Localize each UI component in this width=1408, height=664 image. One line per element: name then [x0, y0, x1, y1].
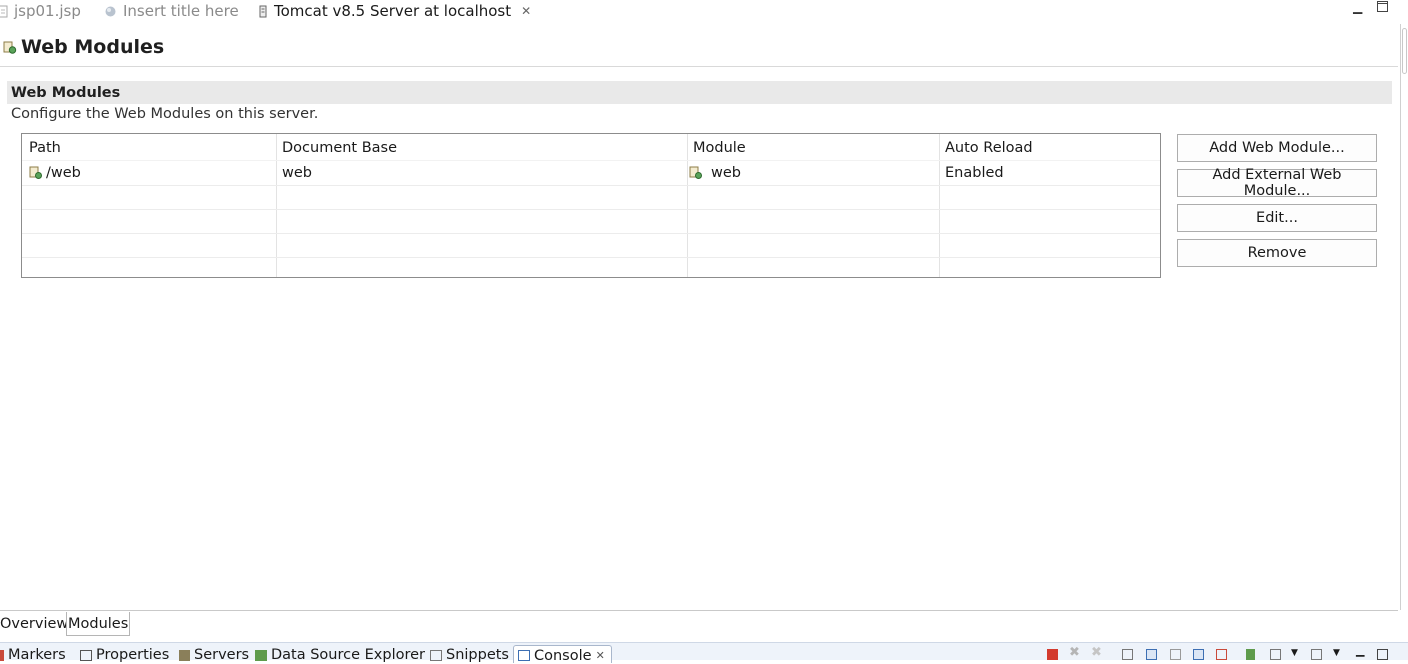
form-tab-divider	[0, 610, 1398, 611]
word-wrap-icon[interactable]	[1170, 649, 1181, 660]
column-divider[interactable]	[939, 134, 940, 277]
remove-button[interactable]: Remove	[1177, 239, 1377, 267]
server-config-icon	[259, 5, 267, 17]
close-icon[interactable]: ✕	[596, 649, 605, 662]
remove-all-terminated-icon[interactable]: ✖	[1091, 645, 1102, 660]
tab-label: Properties	[96, 647, 170, 663]
section-header: Web Modules	[7, 81, 1392, 104]
maximize-icon[interactable]	[1377, 1, 1388, 12]
show-console-stdout-icon[interactable]	[1193, 649, 1204, 660]
column-header-path[interactable]: Path	[29, 140, 61, 156]
snippets-icon	[430, 649, 442, 661]
scrollbar-thumb[interactable]	[1402, 28, 1407, 74]
tab-overview[interactable]: Overview	[0, 612, 69, 636]
add-external-web-module-button[interactable]: Add External Web Module...	[1177, 167, 1377, 199]
editor-tab-jsp01[interactable]: jsp01.jsp	[0, 0, 81, 22]
open-console-icon[interactable]	[1311, 649, 1322, 660]
tab-snippets[interactable]: Snippets	[430, 647, 509, 663]
tab-console[interactable]: Console ✕	[513, 645, 612, 664]
table-row-module[interactable]: web	[689, 165, 741, 181]
tab-markers[interactable]: Markers	[0, 647, 66, 663]
row-divider	[22, 257, 1160, 258]
pin-console-icon[interactable]	[1246, 649, 1255, 660]
tab-modules[interactable]: Modules	[66, 612, 131, 636]
row-divider	[22, 185, 1160, 186]
terminate-icon[interactable]	[1047, 649, 1058, 660]
editor-tab-label: jsp01.jsp	[14, 2, 81, 20]
markers-icon	[0, 649, 4, 661]
add-web-module-button[interactable]: Add Web Module...	[1177, 134, 1377, 162]
section-description: Configure the Web Modules on this server…	[11, 106, 319, 122]
editor-tab-bar: jsp01.jsp Insert title here Tomcat v8.5 …	[0, 0, 1408, 24]
clear-console-icon[interactable]	[1122, 649, 1133, 660]
row-divider	[22, 209, 1160, 210]
row-divider	[22, 233, 1160, 234]
table-row-path[interactable]: /web	[29, 165, 81, 181]
vertical-scrollbar[interactable]	[1400, 24, 1408, 610]
close-icon[interactable]: ✕	[521, 4, 531, 18]
web-modules-table[interactable]: Path Document Base Module Auto Reload /w…	[21, 133, 1161, 278]
tab-label: Markers	[8, 647, 66, 663]
tab-label: Snippets	[446, 647, 509, 663]
web-modules-icon	[3, 41, 17, 54]
chevron-down-icon[interactable]: ▼	[1333, 648, 1344, 659]
editor-tab-tomcat-server[interactable]: Tomcat v8.5 Server at localhost ✕	[256, 0, 538, 22]
column-divider[interactable]	[687, 134, 688, 277]
minimize-icon[interactable]: ▁	[1356, 644, 1367, 657]
page-title-text: Web Modules	[21, 36, 165, 58]
header-divider	[0, 66, 1398, 67]
show-console-stderr-icon[interactable]	[1216, 649, 1227, 660]
tab-servers[interactable]: Servers	[179, 647, 249, 663]
remove-launch-icon[interactable]: ✖	[1069, 645, 1080, 660]
jsp-file-icon	[0, 5, 8, 17]
column-header-module[interactable]: Module	[693, 140, 746, 156]
scroll-lock-icon[interactable]	[1146, 649, 1157, 660]
console-icon	[518, 650, 530, 661]
column-header-auto-reload[interactable]: Auto Reload	[945, 140, 1033, 156]
browser-globe-icon	[105, 6, 116, 16]
tab-label: Servers	[194, 647, 250, 663]
tab-properties[interactable]: Properties	[80, 647, 169, 663]
tab-label: Data Source Explorer	[271, 647, 426, 663]
properties-icon	[80, 649, 92, 661]
column-divider[interactable]	[276, 134, 277, 277]
cell-document-base[interactable]: web	[282, 165, 312, 181]
editor-tab-label: Tomcat v8.5 Server at localhost	[274, 2, 512, 20]
editor-tab-label: Insert title here	[123, 2, 239, 20]
edit-button[interactable]: Edit...	[1177, 204, 1377, 232]
tab-label: Console	[534, 647, 592, 664]
cell-path: /web	[46, 165, 81, 181]
cell-auto-reload[interactable]: Enabled	[945, 165, 1004, 181]
web-module-icon	[689, 166, 702, 179]
tab-data-source-explorer[interactable]: Data Source Explorer	[255, 647, 425, 663]
cell-module: web	[711, 165, 741, 181]
database-icon	[255, 649, 267, 661]
display-selected-console-icon[interactable]	[1270, 649, 1281, 660]
column-header-document-base[interactable]: Document Base	[282, 140, 397, 156]
web-module-icon	[29, 166, 42, 179]
chevron-down-icon[interactable]: ▼	[1291, 648, 1302, 659]
editor-tab-insert-title[interactable]: Insert title here	[104, 0, 239, 22]
view-tab-bar: Markers Properties Servers Data Source E…	[0, 642, 1408, 664]
page-title: Web Modules	[3, 36, 164, 58]
maximize-icon[interactable]	[1377, 649, 1388, 660]
servers-icon	[179, 649, 190, 661]
section-title: Web Modules	[11, 84, 121, 101]
header-divider	[22, 160, 1160, 161]
minimize-icon[interactable]: ▁	[1353, 0, 1362, 14]
